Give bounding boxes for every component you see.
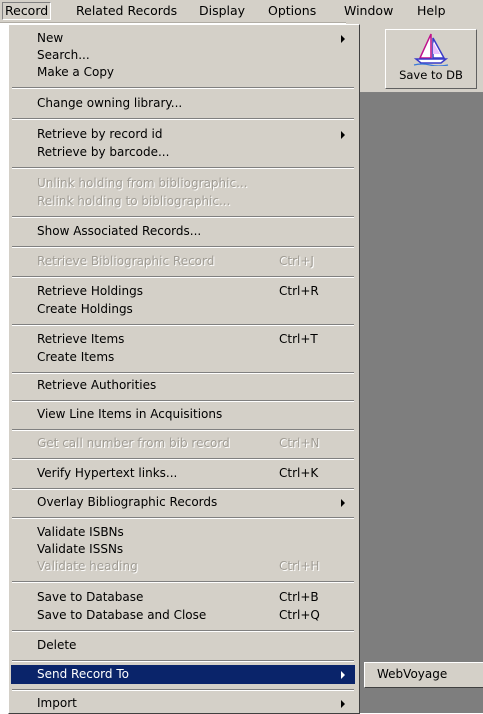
workspace-background: [346, 22, 483, 713]
menu-separator: [12, 660, 354, 662]
menu-item-relink-holding: Relink holding to bibliographic...: [37, 194, 231, 208]
submenu-arrow-icon: [341, 671, 345, 679]
menu-separator: [12, 372, 354, 374]
menu-item-import[interactable]: Import: [11, 695, 355, 712]
menu-separator: [12, 630, 354, 632]
menu-item-new[interactable]: New: [11, 30, 355, 47]
sailboat-icon: [413, 33, 449, 66]
menu-help[interactable]: Help: [414, 3, 449, 19]
menu-item-search[interactable]: Search...: [11, 47, 355, 64]
menu-item-show-associated-records[interactable]: Show Associated Records...: [11, 223, 355, 240]
submenu-arrow-icon: [341, 499, 345, 507]
submenu-arrow-icon: [341, 700, 345, 708]
menu-separator: [12, 517, 354, 519]
menu-item-retrieve-authorities[interactable]: Retrieve Authorities: [11, 377, 355, 394]
submenu-item-webvoyage[interactable]: WebVoyage: [377, 667, 447, 681]
menu-item-delete[interactable]: Delete: [11, 637, 355, 654]
menu-separator: [12, 458, 354, 460]
submenu-arrow-icon: [341, 131, 345, 139]
menu-item-retrieve-by-record-id[interactable]: Retrieve by record id: [11, 126, 355, 143]
menu-separator: [12, 488, 354, 490]
menu-item-retrieve-holdings[interactable]: Retrieve Holdings Ctrl+R: [11, 283, 355, 300]
send-record-to-submenu: WebVoyage: [364, 662, 483, 688]
menu-item-verify-hypertext-links[interactable]: Verify Hypertext links... Ctrl+K: [11, 465, 355, 482]
save-to-db-button[interactable]: Save to DB: [385, 29, 477, 89]
menu-item-validate-isbns[interactable]: Validate ISBNs: [11, 524, 355, 541]
menu-item-retrieve-by-barcode[interactable]: Retrieve by barcode...: [11, 144, 355, 161]
menu-separator: [12, 581, 354, 583]
menu-item-send-record-to[interactable]: Send Record To: [11, 665, 355, 684]
menu-separator: [12, 167, 354, 169]
menu-item-view-line-items[interactable]: View Line Items in Acquisitions: [11, 406, 355, 423]
menu-record[interactable]: Record: [2, 2, 52, 20]
menu-item-get-call-number: Get call number from bib record Ctrl+N: [37, 436, 320, 450]
menu-item-make-a-copy[interactable]: Make a Copy: [11, 64, 355, 81]
menu-separator: [12, 118, 354, 120]
menu-item-validate-issns[interactable]: Validate ISSNs: [11, 541, 355, 558]
menu-separator: [12, 246, 354, 248]
menu-item-create-holdings[interactable]: Create Holdings: [11, 301, 355, 318]
menu-separator: [12, 429, 354, 431]
save-to-db-label: Save to DB: [399, 68, 463, 82]
menu-separator: [12, 276, 354, 278]
menu-separator: [12, 216, 354, 218]
menu-item-unlink-holding: Unlink holding from bibliographic...: [37, 176, 248, 190]
menu-item-validate-heading: Validate heading Ctrl+H: [37, 559, 320, 573]
menu-item-create-items[interactable]: Create Items: [11, 349, 355, 366]
menu-separator: [12, 324, 354, 326]
menu-options[interactable]: Options: [265, 3, 319, 19]
menu-item-save-to-database-and-close[interactable]: Save to Database and Close Ctrl+Q: [11, 607, 355, 624]
menu-display[interactable]: Display: [196, 3, 248, 19]
menu-item-overlay-bibliographic-records[interactable]: Overlay Bibliographic Records: [11, 494, 355, 511]
menu-separator: [12, 689, 354, 691]
menu-item-change-owning-library[interactable]: Change owning library...: [11, 95, 355, 112]
menu-item-retrieve-items[interactable]: Retrieve Items Ctrl+T: [11, 331, 355, 348]
record-menu: New Search... Make a Copy Change owning …: [8, 24, 360, 714]
menu-window[interactable]: Window: [341, 3, 396, 19]
menu-related-records[interactable]: Related Records: [73, 3, 180, 19]
submenu-arrow-icon: [341, 35, 345, 43]
menu-item-retrieve-bibliographic-record: Retrieve Bibliographic Record Ctrl+J: [37, 254, 314, 268]
menu-item-save-to-database[interactable]: Save to Database Ctrl+B: [11, 589, 355, 606]
menu-separator: [12, 87, 354, 89]
menu-separator: [12, 400, 354, 402]
menu-bar: Record Related Records Display Options W…: [0, 0, 483, 23]
